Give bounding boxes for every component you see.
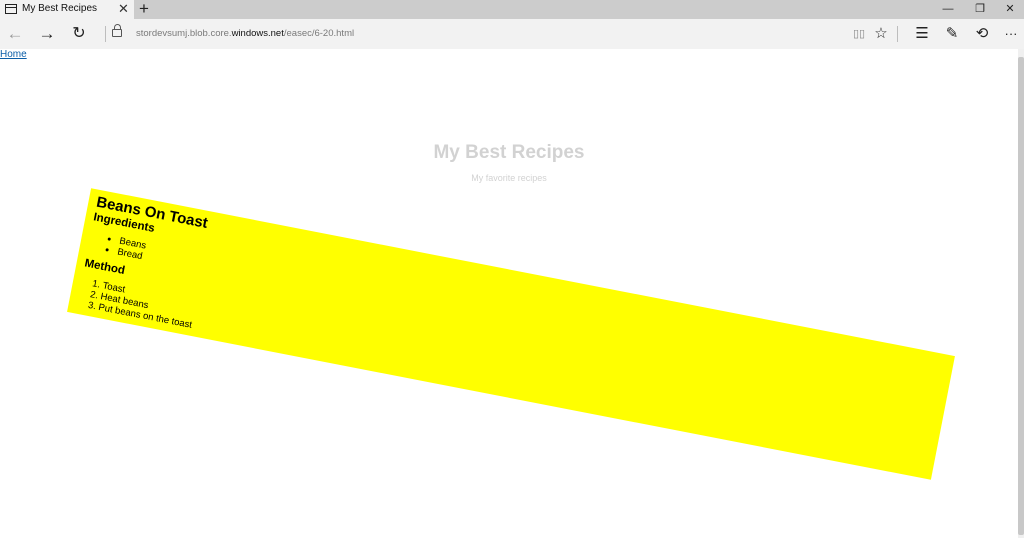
page-icon bbox=[5, 4, 17, 14]
address-bar: ← → ↻ stordevsumj.blob.core.windows.net/… bbox=[0, 19, 1024, 49]
scrollbar-thumb[interactable] bbox=[1018, 57, 1024, 535]
page-subtitle: My favorite recipes bbox=[471, 173, 547, 183]
tab-my-best-recipes[interactable]: My Best Recipes ✕ bbox=[0, 0, 134, 19]
favorite-star-icon[interactable]: ☆ bbox=[870, 23, 892, 45]
tab-close-icon[interactable]: ✕ bbox=[118, 1, 129, 17]
page-content: Home My Best Recipes My favorite recipes… bbox=[0, 49, 1018, 538]
back-icon[interactable]: ← bbox=[4, 23, 26, 45]
new-tab-icon[interactable]: + bbox=[139, 0, 149, 19]
reading-view-icon[interactable]: ▯▯ bbox=[848, 23, 870, 45]
divider bbox=[897, 26, 898, 42]
page-title: My Best Recipes bbox=[433, 142, 585, 163]
url-path: /easec/6-20.html bbox=[283, 28, 355, 39]
hub-icon[interactable]: ☰ bbox=[911, 23, 933, 45]
window-close-icon[interactable]: ✕ bbox=[994, 0, 1024, 19]
restore-icon[interactable]: ❐ bbox=[964, 0, 996, 19]
url-field[interactable]: stordevsumj.blob.core.windows.net/easec/… bbox=[136, 28, 354, 39]
share-icon[interactable]: ⟲ bbox=[971, 23, 993, 45]
web-note-icon[interactable]: ✎ bbox=[941, 23, 963, 45]
scrollbar[interactable] bbox=[1018, 49, 1024, 538]
recipe-card: Beans On Toast Ingredients Beans Bread M… bbox=[67, 188, 955, 480]
divider bbox=[105, 26, 106, 42]
more-icon[interactable]: ··· bbox=[1000, 23, 1022, 45]
refresh-icon[interactable]: ↻ bbox=[68, 23, 90, 45]
lock-icon bbox=[112, 24, 122, 37]
tab-title: My Best Recipes bbox=[22, 3, 98, 14]
url-host: windows.net bbox=[231, 28, 284, 39]
minimize-icon[interactable]: — bbox=[932, 0, 964, 19]
tab-strip: My Best Recipes ✕ + — ❐ ✕ bbox=[0, 0, 1024, 19]
forward-icon[interactable]: → bbox=[36, 23, 58, 45]
url-prefix: stordevsumj.blob.core. bbox=[136, 28, 232, 39]
home-link[interactable]: Home bbox=[0, 49, 27, 60]
